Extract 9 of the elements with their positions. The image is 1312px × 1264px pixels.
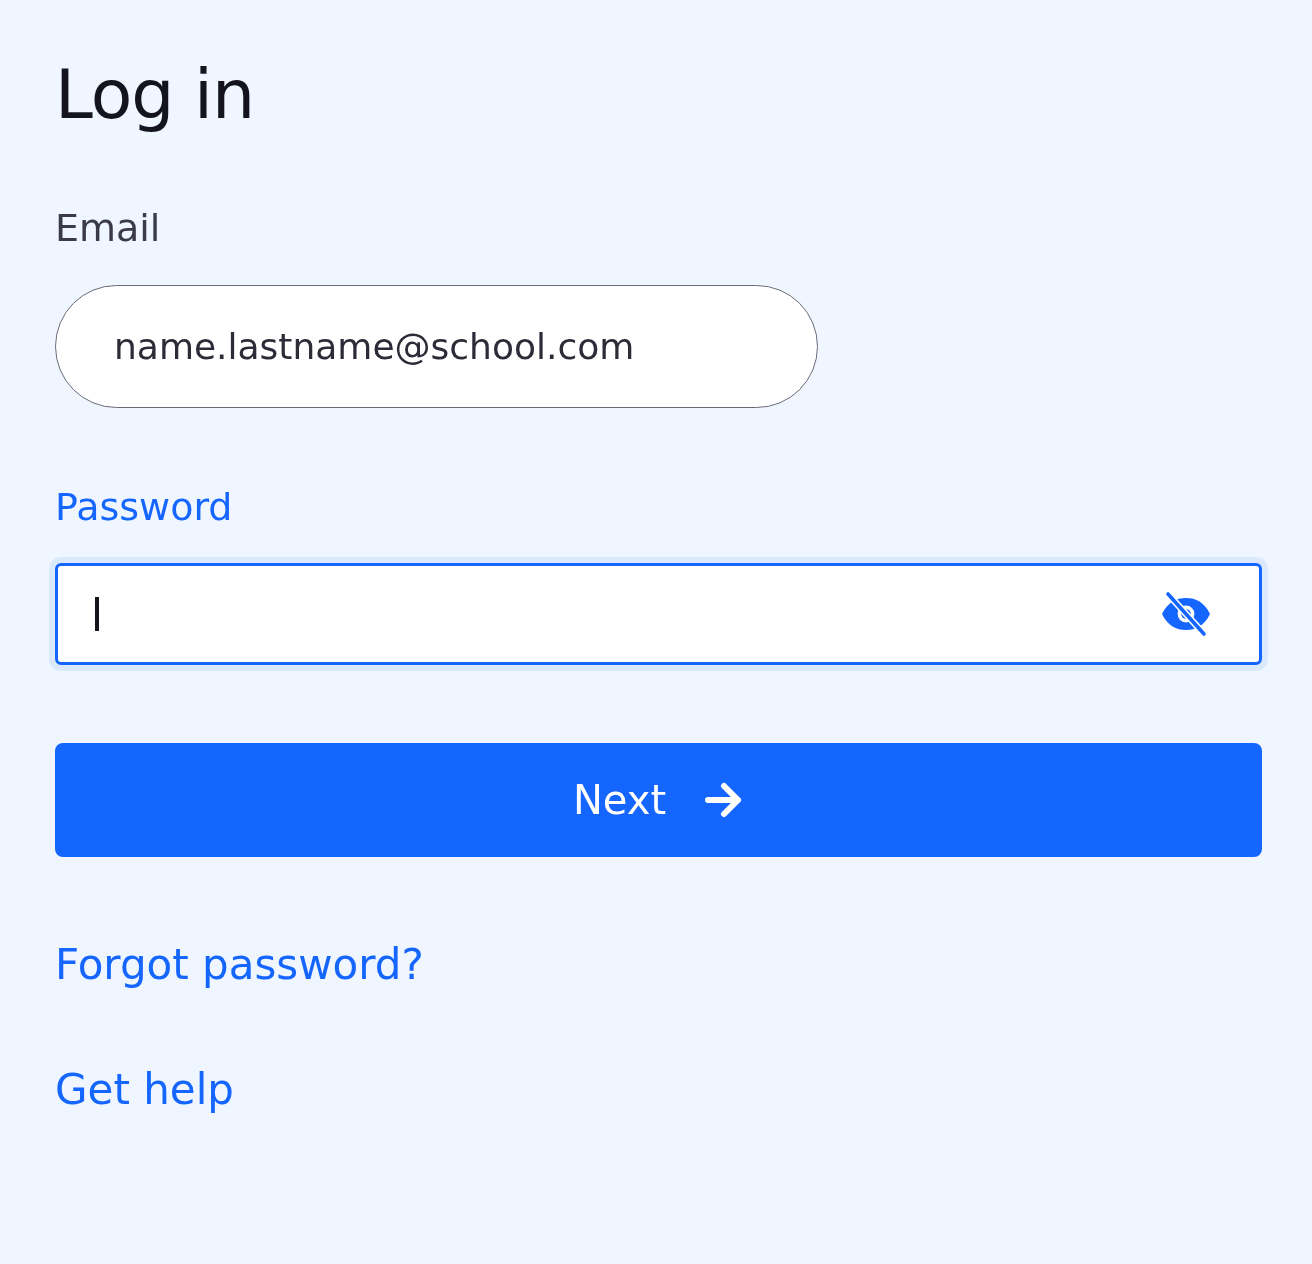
link[interactable]: Get help: [55, 1065, 234, 1114]
text-cursor: [95, 597, 99, 632]
page-title: Log in: [55, 54, 255, 136]
password-field[interactable]: [55, 563, 1262, 666]
next-button[interactable]: Next: [55, 743, 1262, 858]
field-label: Email: [55, 207, 161, 251]
field-label: Password: [55, 485, 233, 530]
link[interactable]: Forgot password?: [55, 941, 424, 990]
email-field[interactable]: name.lastname@school.com: [55, 284, 818, 408]
